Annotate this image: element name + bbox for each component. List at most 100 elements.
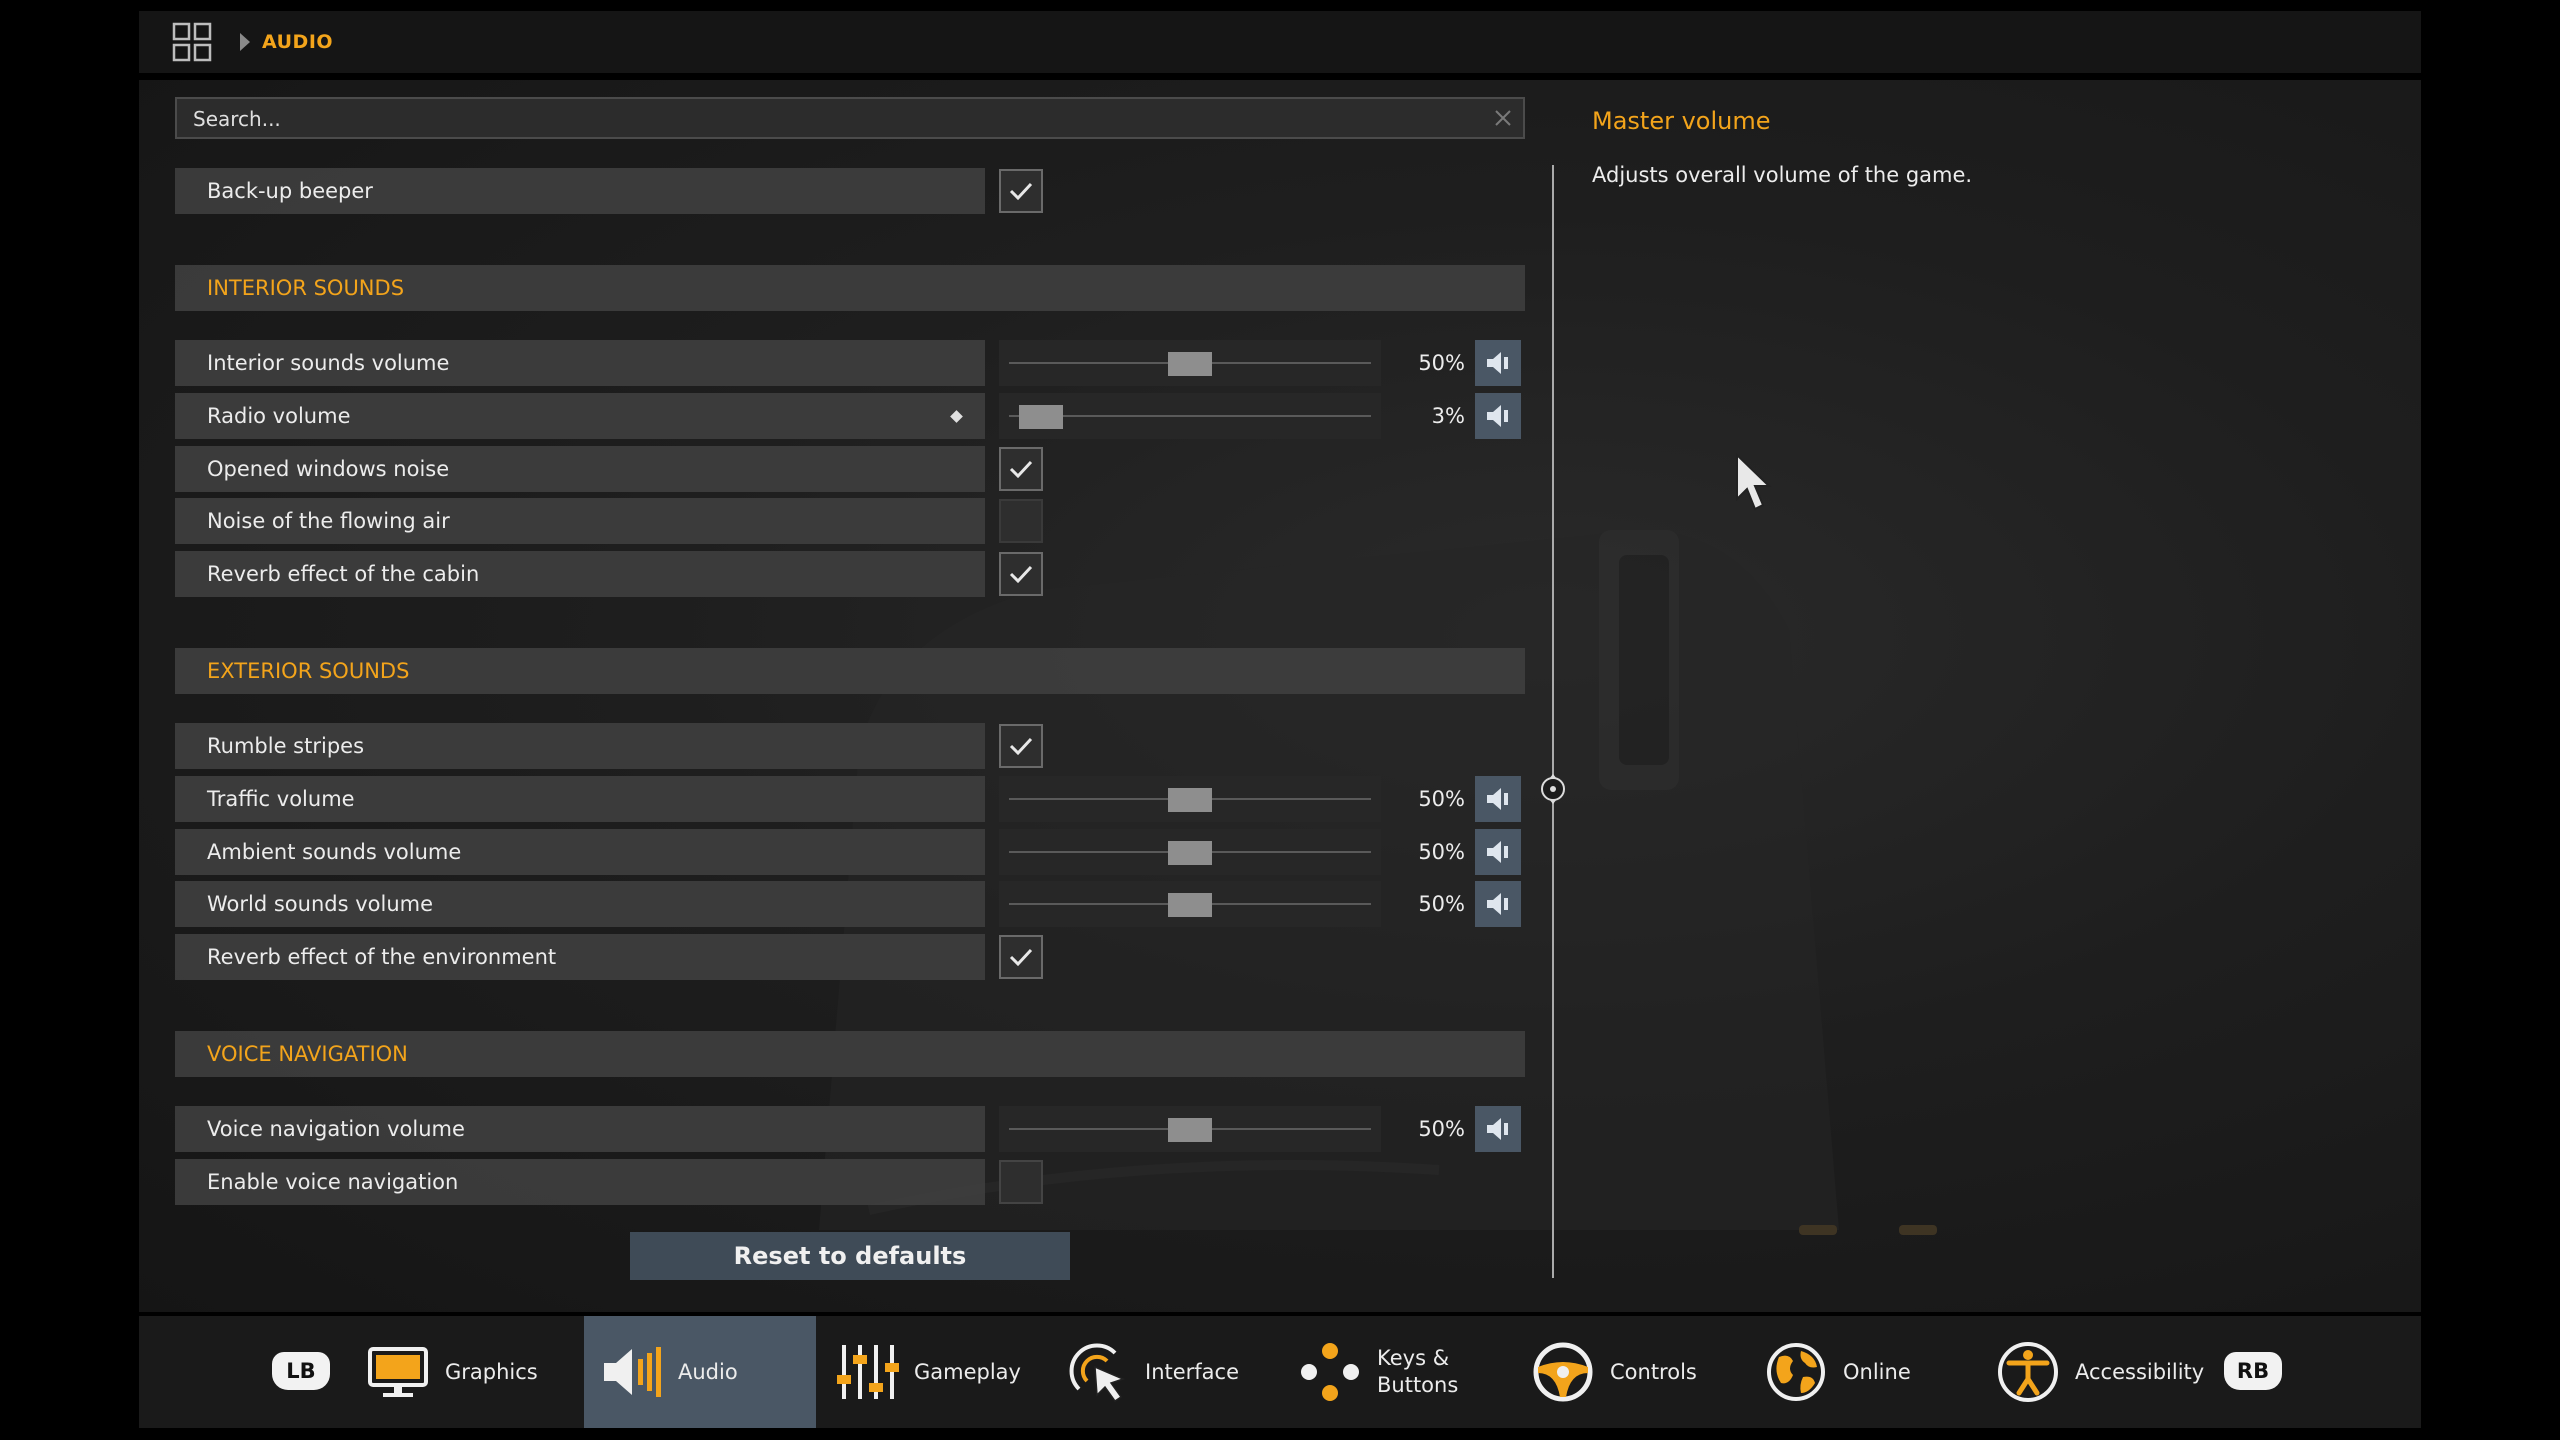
radio-volume-slider[interactable] — [999, 393, 1381, 439]
reverb-cabin-checkbox[interactable] — [999, 552, 1043, 596]
speaker-icon — [1487, 841, 1508, 863]
mute-button[interactable] — [1475, 829, 1521, 875]
slider-thumb[interactable] — [1168, 841, 1212, 865]
flowing-air-checkbox[interactable] — [999, 499, 1043, 543]
rumble-checkbox[interactable] — [999, 724, 1043, 768]
accessibility-icon — [1998, 1342, 2058, 1402]
mute-button[interactable] — [1475, 776, 1521, 822]
search-box — [175, 97, 1525, 139]
tab-accessibility[interactable]: Accessibility — [1981, 1316, 2211, 1428]
rb-bumper-button[interactable]: RB — [2224, 1352, 2282, 1390]
settings-panel: Back-up beeper INTERIOR SOUNDS Interior … — [139, 80, 2421, 1312]
setting-label: Traffic volume — [175, 776, 985, 822]
check-icon — [1009, 460, 1033, 479]
panel-divider — [1552, 165, 1554, 1278]
setting-label: Rumble stripes — [175, 723, 985, 769]
mute-button[interactable] — [1475, 881, 1521, 927]
section-interior-sounds: INTERIOR SOUNDS — [175, 265, 1525, 311]
close-icon[interactable] — [1493, 108, 1513, 128]
speaker-icon — [1487, 1118, 1508, 1140]
tab-label: Controls — [1610, 1359, 1697, 1384]
settings-list: Back-up beeper INTERIOR SOUNDS Interior … — [175, 168, 1525, 1278]
enable-voice-checkbox[interactable] — [999, 1160, 1043, 1204]
speaker-icon — [604, 1347, 661, 1397]
check-icon — [1009, 737, 1033, 756]
breadcrumb-arrow-icon — [240, 33, 250, 51]
speaker-icon — [1487, 788, 1508, 810]
check-icon — [1009, 565, 1033, 584]
slider-thumb[interactable] — [1018, 405, 1063, 429]
slider-thumb[interactable] — [1168, 1118, 1212, 1142]
modified-indicator-icon — [950, 410, 963, 423]
tab-label: Audio — [678, 1359, 738, 1384]
sliders-icon — [837, 1345, 899, 1399]
globe-icon — [1767, 1343, 1825, 1401]
gamepad-buttons-icon — [1301, 1343, 1359, 1401]
monitor-icon — [368, 1347, 428, 1397]
mute-button[interactable] — [1475, 340, 1521, 386]
steering-wheel-icon — [1533, 1342, 1593, 1402]
slider-value: 50% — [1418, 892, 1465, 916]
opened-windows-checkbox[interactable] — [999, 447, 1043, 491]
traffic-volume-slider[interactable] — [999, 776, 1381, 822]
setting-label: Reverb effect of the cabin — [175, 551, 985, 597]
reset-defaults-button[interactable]: Reset to defaults — [630, 1232, 1070, 1280]
tab-online[interactable]: Online — [1749, 1316, 1964, 1428]
grid-menu-icon[interactable] — [172, 22, 212, 62]
setting-label: Interior sounds volume — [175, 340, 985, 386]
slider-value: 50% — [1418, 1117, 1465, 1141]
description-title: Master volume — [1592, 107, 1771, 135]
slider-value: 3% — [1431, 404, 1465, 428]
tab-label: Keys & Buttons — [1377, 1346, 1459, 1397]
setting-label: World sounds volume — [175, 881, 985, 927]
setting-label: Opened windows noise — [175, 446, 985, 492]
check-icon — [1009, 948, 1033, 967]
speaker-icon — [1487, 893, 1508, 915]
reverb-environment-checkbox[interactable] — [999, 935, 1043, 979]
tab-graphics[interactable]: Graphics — [351, 1316, 573, 1428]
tab-label: Graphics — [445, 1359, 538, 1384]
tab-label: Online — [1843, 1359, 1911, 1384]
slider-value: 50% — [1418, 351, 1465, 375]
speaker-icon — [1487, 405, 1508, 427]
setting-label: Enable voice navigation — [175, 1159, 985, 1205]
interior-volume-slider[interactable] — [999, 340, 1381, 386]
tab-label: Gameplay — [914, 1359, 1021, 1384]
backup-beeper-checkbox[interactable] — [999, 169, 1043, 213]
tab-controls[interactable]: Controls — [1516, 1316, 1731, 1428]
tab-interface[interactable]: Interface — [1051, 1316, 1266, 1428]
mute-button[interactable] — [1475, 1106, 1521, 1152]
section-voice-navigation: VOICE NAVIGATION — [175, 1031, 1525, 1077]
setting-label-text: Radio volume — [207, 404, 351, 428]
setting-label: Back-up beeper — [175, 168, 985, 214]
slider-value: 50% — [1418, 787, 1465, 811]
description-text: Adjusts overall volume of the game. — [1592, 163, 1973, 187]
slider-thumb[interactable] — [1168, 788, 1212, 812]
world-volume-slider[interactable] — [999, 881, 1381, 927]
mute-button[interactable] — [1475, 393, 1521, 439]
breadcrumb-current: AUDIO — [262, 31, 334, 53]
setting-label: Radio volume — [175, 393, 985, 439]
ambient-volume-slider[interactable] — [999, 829, 1381, 875]
speaker-icon — [1487, 352, 1508, 374]
tab-audio[interactable]: Audio — [584, 1316, 816, 1428]
divider-handle-icon[interactable] — [1540, 772, 1566, 806]
slider-thumb[interactable] — [1168, 352, 1212, 376]
setting-label: Ambient sounds volume — [175, 829, 985, 875]
tab-label: Accessibility — [2075, 1359, 2205, 1384]
tab-gameplay[interactable]: Gameplay — [820, 1316, 1035, 1428]
slider-thumb[interactable] — [1168, 893, 1212, 917]
category-nav-bar: LB Graphics Audio Gameplay Interface Key… — [139, 1316, 2421, 1428]
section-exterior-sounds: EXTERIOR SOUNDS — [175, 648, 1525, 694]
cursor-click-icon — [1069, 1343, 1126, 1403]
mouse-cursor-icon — [1736, 453, 1772, 511]
voice-volume-slider[interactable] — [999, 1106, 1381, 1152]
lb-bumper-button[interactable]: LB — [272, 1352, 330, 1390]
slider-value: 50% — [1418, 840, 1465, 864]
search-input[interactable] — [177, 99, 1485, 139]
check-icon — [1009, 182, 1033, 201]
tab-label: Interface — [1145, 1359, 1240, 1384]
setting-label: Noise of the flowing air — [175, 498, 985, 544]
top-bar: AUDIO — [139, 11, 2421, 73]
tab-keys-buttons[interactable]: Keys & Buttons — [1283, 1316, 1498, 1428]
